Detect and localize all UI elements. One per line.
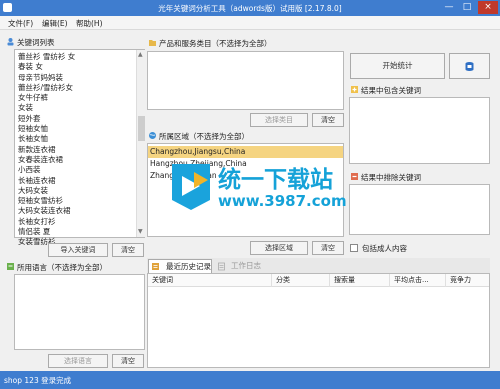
clear-category-button[interactable]: 清空: [312, 113, 344, 127]
import-keywords-button[interactable]: 导入关键词: [48, 243, 108, 257]
start-statistics-button[interactable]: 开始统计: [350, 53, 445, 79]
region-icon: [148, 131, 157, 140]
scroll-up-icon[interactable]: ▲: [138, 51, 143, 58]
close-button[interactable]: ×: [478, 1, 498, 14]
clear-keywords-button[interactable]: 清空: [112, 243, 144, 257]
select-language-button[interactable]: 选择语言: [48, 354, 108, 368]
keyword-list-item[interactable]: 长袖连衣裙: [15, 176, 136, 186]
exclude-keywords-input[interactable]: [349, 184, 490, 235]
window-title: 光年关键词分析工具（adwords版）试用版 [2.17.8.0]: [158, 4, 342, 13]
exclude-keywords-header: 结果中排除关键词: [361, 173, 421, 182]
keyword-list-item[interactable]: 短外套: [15, 114, 136, 124]
select-category-button[interactable]: 选择类目: [250, 113, 308, 127]
include-keywords-input[interactable]: [349, 97, 490, 164]
category-header: 产品和服务类目（不选择为全部）: [159, 39, 272, 48]
keyword-list-item[interactable]: 女装: [15, 103, 136, 113]
keyword-list-item[interactable]: 母亲节妈妈装: [15, 73, 136, 83]
keyword-list-header: 关键词列表: [17, 38, 55, 47]
language-icon: [6, 262, 15, 271]
scroll-down-icon[interactable]: ▼: [138, 228, 143, 235]
language-list[interactable]: [14, 274, 145, 350]
keyword-list-item[interactable]: 长袖女恤: [15, 134, 136, 144]
keyword-list-item[interactable]: 情侣装 夏: [15, 227, 136, 237]
keyword-list-item[interactable]: 女春装连衣裙: [15, 155, 136, 165]
include-keywords-icon: [350, 85, 359, 94]
column-header-category[interactable]: 分类: [272, 274, 330, 287]
clear-region-button[interactable]: 清空: [312, 241, 344, 255]
keyword-list-item[interactable]: 大码女装连衣裙: [15, 206, 136, 216]
results-table[interactable]: 关键词 分类 搜索量 平均点击... 竞争力: [147, 273, 490, 368]
region-header: 所属区域（不选择为全部）: [159, 132, 249, 141]
keyword-list-item[interactable]: 春装 女: [15, 62, 136, 72]
column-header-keyword[interactable]: 关键词: [148, 274, 272, 287]
watermark-logo-icon: [172, 164, 210, 210]
keyword-scrollbar[interactable]: ▲ ▼: [136, 50, 145, 237]
adult-content-checkbox[interactable]: [350, 244, 358, 252]
log-icon: [217, 262, 226, 271]
status-bar: shop 123 登录完成: [0, 371, 500, 389]
keyword-list-item[interactable]: 蕾丝衫 雪纺衫 女: [15, 52, 136, 62]
clear-language-button[interactable]: 清空: [112, 354, 144, 368]
keyword-list-item[interactable]: 小西装: [15, 165, 136, 175]
menu-edit[interactable]: 编辑(E): [42, 18, 68, 29]
scroll-thumb[interactable]: [138, 116, 145, 141]
keyword-list-item[interactable]: 长袖女打衫: [15, 217, 136, 227]
status-text: shop 123 登录完成: [4, 376, 72, 385]
watermark: 统一下载站 www.3987.com: [168, 158, 347, 216]
keyword-list-icon: [6, 37, 15, 46]
table-header: 关键词 分类 搜索量 平均点击... 竞争力: [148, 274, 489, 287]
column-header-avg-click[interactable]: 平均点击...: [390, 274, 446, 287]
adult-content-label: 包括成人内容: [362, 244, 407, 253]
keyword-list-item[interactable]: 蕾丝衫/雪纺衫女: [15, 83, 136, 93]
category-icon: [148, 38, 157, 47]
watermark-url: www.3987.com: [218, 192, 347, 210]
minimize-button[interactable]: —: [441, 1, 457, 14]
exclude-keywords-icon: [350, 172, 359, 181]
watermark-brand: 统一下载站: [218, 167, 333, 193]
maximize-button[interactable]: □: [459, 1, 475, 14]
menu-help[interactable]: 帮助(H): [76, 18, 103, 29]
column-header-competition[interactable]: 竞争力: [446, 274, 489, 287]
keyword-list-item[interactable]: 女牛仔裤: [15, 93, 136, 103]
category-list[interactable]: [147, 51, 344, 110]
keyword-list-item[interactable]: 新款连衣裙: [15, 145, 136, 155]
keyword-list-item[interactable]: 短袖女雪纺衫: [15, 196, 136, 206]
include-keywords-header: 结果中包含关键词: [361, 86, 421, 95]
menu-bar: [0, 16, 500, 30]
language-header: 所用语言（不选择为全部）: [17, 263, 107, 272]
region-list-item[interactable]: Changzhou,Jiangsu,China: [148, 146, 343, 158]
database-icon: [465, 62, 474, 71]
keyword-list[interactable]: 蕾丝衫 雪纺衫 女春装 女母亲节妈妈装 蕾丝衫/雪纺衫女 女牛仔裤 女装 短外套 短袖女恤…: [14, 49, 145, 246]
column-header-search-volume[interactable]: 搜索量: [330, 274, 390, 287]
keyword-list-item[interactable]: 大码女装: [15, 186, 136, 196]
keyword-list-item[interactable]: 短袖女恤: [15, 124, 136, 134]
menu-file[interactable]: 文件(F): [8, 18, 33, 29]
history-icon: [151, 262, 160, 271]
database-button[interactable]: [449, 53, 490, 79]
select-region-button[interactable]: 选择区域: [250, 241, 308, 255]
